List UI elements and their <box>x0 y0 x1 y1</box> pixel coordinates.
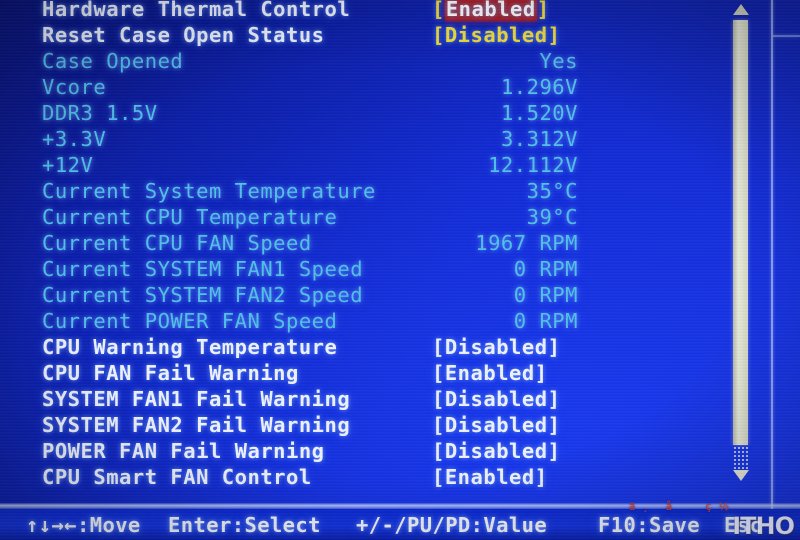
value-text[interactable]: Disabled <box>445 335 548 359</box>
option-value[interactable]: [Disabled] <box>432 22 560 48</box>
health-status-list: Hardware Thermal Control [Enabled] Reset C… <box>0 0 716 490</box>
option-label: POWER FAN Fail Warning <box>42 439 325 463</box>
help-move: ↑↓→←:Move <box>26 513 141 537</box>
bracket-open: [ <box>432 387 445 411</box>
option-value: 1.296V <box>500 75 578 99</box>
option-row: Current SYSTEM FAN1 Speed 0 RPM <box>0 256 716 282</box>
option-value: 3.312V <box>500 127 578 151</box>
bracket-close: ] <box>534 465 548 489</box>
option-value: 12.112V <box>488 153 578 177</box>
option-label: Current System Temperature <box>42 179 376 203</box>
option-row: Vcore 1.296V <box>0 74 716 100</box>
help-select: Enter:Select <box>168 513 321 537</box>
bracket-open: [ <box>432 335 445 359</box>
value-text[interactable]: Disabled <box>445 413 548 437</box>
option-label: Case Opened <box>42 49 184 73</box>
window-top-divider <box>773 35 800 37</box>
option-value: Yes <box>539 49 578 73</box>
bracket-open: [ <box>432 23 445 47</box>
option-row[interactable]: CPU FAN Fail Warning [Enabled] <box>0 360 716 386</box>
scrollbar-thumb[interactable] <box>733 20 748 445</box>
bracket-close: ] <box>547 413 561 437</box>
bracket-close: ] <box>547 335 561 359</box>
option-label: CPU Warning Temperature <box>42 335 338 359</box>
option-row[interactable]: POWER FAN Fail Warning [Disabled] <box>0 438 716 464</box>
bracket-close: ] <box>547 387 561 411</box>
option-value[interactable]: [Enabled] <box>432 0 550 22</box>
option-row: Current CPU FAN Speed 1967 RPM <box>0 230 716 256</box>
option-row[interactable]: Reset Case Open Status [Disabled] <box>0 22 716 48</box>
option-label: +12V <box>42 153 94 177</box>
bracket-open: [ <box>432 0 445 21</box>
option-label: +3.3V <box>42 127 107 151</box>
option-value: 35°C <box>526 179 578 203</box>
scroll-down-arrow-icon[interactable] <box>733 470 749 481</box>
option-label: Current CPU FAN Speed <box>42 231 312 255</box>
option-value: 1967 RPM <box>475 231 578 255</box>
option-row: +3.3V 3.312V <box>0 126 716 152</box>
option-value: 0 RPM <box>513 283 578 307</box>
option-label: Current CPU Temperature <box>42 205 338 229</box>
option-row: Case Opened Yes <box>0 48 716 74</box>
option-row: Current CPU Temperature 39°C <box>0 204 716 230</box>
option-value[interactable]: [Disabled] <box>432 412 560 438</box>
option-label: Hardware Thermal Control <box>42 0 351 21</box>
option-value[interactable]: [Disabled] <box>432 386 560 412</box>
option-row: Current System Temperature 35°C <box>0 178 716 204</box>
value-text[interactable]: Enabled <box>445 361 535 385</box>
value-text[interactable]: Disabled <box>445 387 548 411</box>
option-row: +12V 12.112V <box>0 152 716 178</box>
option-value[interactable]: [Enabled] <box>432 464 548 490</box>
bracket-close: ] <box>534 361 548 385</box>
scroll-up-arrow-icon[interactable] <box>733 4 749 15</box>
bracket-close: ] <box>536 0 550 21</box>
value-text[interactable]: Disabled <box>445 23 548 47</box>
scrollbar[interactable] <box>729 0 751 500</box>
option-label: Reset Case Open Status <box>42 23 325 47</box>
help-value: +/-/PU/PD:Value <box>356 513 548 537</box>
option-label: SYSTEM FAN2 Fail Warning <box>42 413 351 437</box>
option-value: 0 RPM <box>513 309 578 333</box>
window-right-border <box>771 0 773 540</box>
option-row[interactable]: CPU Warning Temperature [Disabled] <box>0 334 716 360</box>
selected-value[interactable]: Enabled <box>444 0 537 21</box>
bracket-close: ] <box>547 23 561 47</box>
option-value[interactable]: [Disabled] <box>432 334 560 360</box>
option-value[interactable]: [Enabled] <box>432 360 548 386</box>
option-row: DDR3 1.5V 1.520V <box>0 100 716 126</box>
option-label: SYSTEM FAN1 Fail Warning <box>42 387 351 411</box>
bracket-open: [ <box>432 413 445 437</box>
bracket-open: [ <box>432 439 445 463</box>
option-label: Current SYSTEM FAN1 Speed <box>42 257 364 281</box>
option-value: 0 RPM <box>513 257 578 281</box>
help-esc: Esc <box>724 513 763 537</box>
option-label: CPU FAN Fail Warning <box>42 361 299 385</box>
bracket-close: ] <box>547 439 561 463</box>
help-save: F10:Save <box>598 513 700 537</box>
option-label: DDR3 1.5V <box>42 101 158 125</box>
option-value: 39°C <box>526 205 578 229</box>
value-text[interactable]: Disabled <box>445 439 548 463</box>
bracket-open: [ <box>432 361 445 385</box>
option-label: CPU Smart FAN Control <box>42 465 312 489</box>
option-row[interactable]: CPU Smart FAN Control [Enabled] <box>0 464 716 490</box>
scrollbar-track[interactable] <box>733 446 748 470</box>
bracket-open: [ <box>432 465 445 489</box>
option-row[interactable]: Hardware Thermal Control [Enabled] <box>0 0 716 22</box>
option-row[interactable]: SYSTEM FAN1 Fail Warning [Disabled] <box>0 386 716 412</box>
footer-help-bar: ↑↓→←:Move Enter:Select +/-/PU/PD:Value F… <box>0 509 800 540</box>
bios-screen: Hardware Thermal Control [Enabled] Reset C… <box>0 0 800 540</box>
option-label: Current SYSTEM FAN2 Speed <box>42 283 364 307</box>
option-label: Vcore <box>42 75 107 99</box>
option-row: Current POWER FAN Speed 0 RPM <box>0 308 716 334</box>
option-value: 1.520V <box>500 101 578 125</box>
value-text[interactable]: Enabled <box>445 465 535 489</box>
option-label: Current POWER FAN Speed <box>42 309 338 333</box>
option-value[interactable]: [Disabled] <box>432 438 560 464</box>
option-row: Current SYSTEM FAN2 Speed 0 RPM <box>0 282 716 308</box>
option-row[interactable]: SYSTEM FAN2 Fail Warning [Disabled] <box>0 412 716 438</box>
